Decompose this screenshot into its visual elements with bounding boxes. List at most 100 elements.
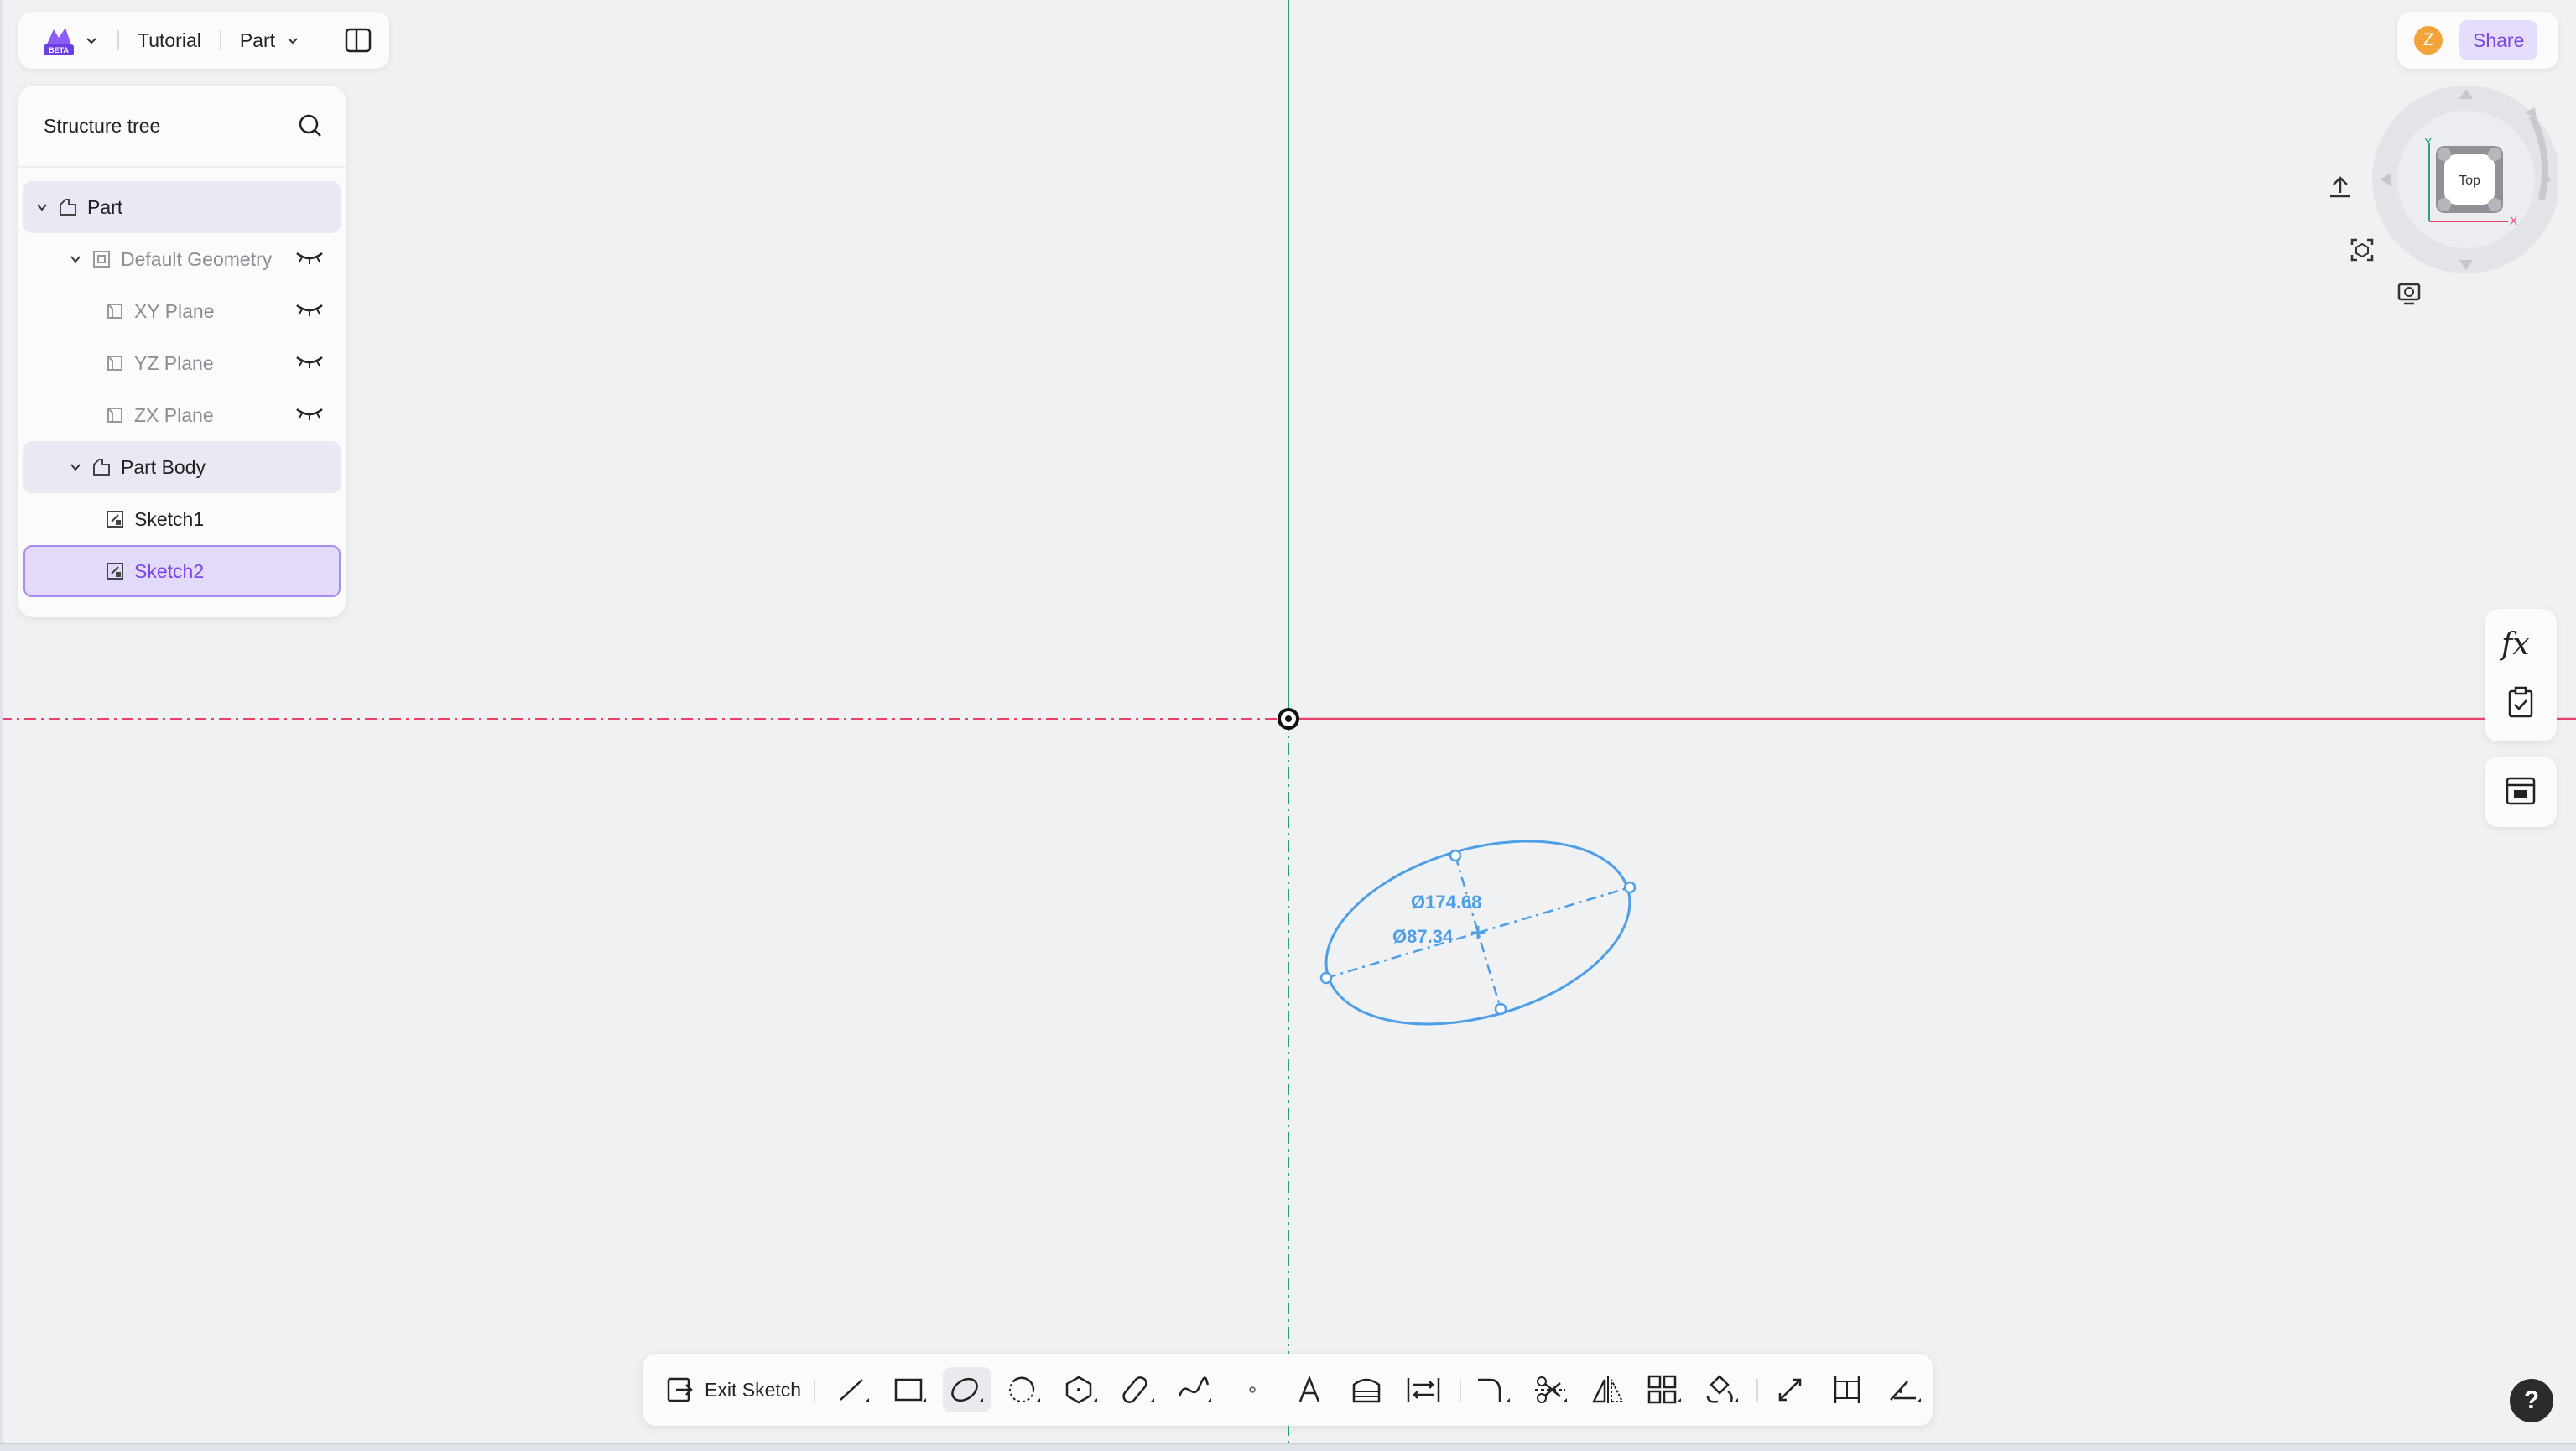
right-tools-panel: fx — [2485, 609, 2557, 741]
extend-tool[interactable] — [1767, 1367, 1815, 1412]
tree-item-zx-plane[interactable]: ZX Plane — [23, 389, 341, 441]
trim-tool[interactable] — [1527, 1367, 1575, 1412]
tree-item-part-body[interactable]: Part Body — [23, 441, 341, 493]
offset-tool[interactable] — [1342, 1367, 1391, 1412]
slot-tool[interactable] — [1114, 1367, 1163, 1412]
svg-text:Top: Top — [2459, 174, 2480, 188]
ellipse-tool[interactable] — [943, 1367, 991, 1412]
spline-tool[interactable] — [1171, 1367, 1220, 1412]
chevron-down-icon[interactable] — [67, 252, 84, 266]
tree-item-label: YZ Plane — [134, 351, 214, 374]
text-tool[interactable] — [1285, 1367, 1334, 1412]
view-cube-top-face[interactable]: Top — [2436, 146, 2503, 213]
tree-item-label: Part Body — [121, 455, 206, 478]
svg-text:BETA: BETA — [49, 46, 69, 55]
project-name[interactable]: Tutorial — [138, 29, 201, 52]
app-menu-button[interactable]: BETA — [40, 23, 99, 58]
line-tool[interactable] — [829, 1367, 877, 1412]
plane-icon — [107, 356, 122, 371]
formula-icon: fx — [2501, 627, 2530, 662]
top-bar: BETA Tutorial Part — [18, 12, 389, 69]
pattern-tool[interactable] — [1641, 1367, 1689, 1412]
extend-icon — [1778, 1378, 1802, 1402]
tree-item-yz-plane[interactable]: YZ Plane — [23, 337, 341, 389]
tree-search-button[interactable] — [297, 112, 324, 139]
fit-view-icon — [2350, 238, 2374, 262]
check-sketch-button[interactable] — [2506, 686, 2535, 718]
exit-sketch-label: Exit Sketch — [705, 1378, 802, 1401]
toolbar-divider — [1460, 1379, 1461, 1402]
window-frame-bottom — [0, 1443, 2576, 1451]
chevron-down-icon — [288, 38, 298, 44]
panel-toggle-button[interactable] — [344, 26, 372, 55]
hidden-eye-icon[interactable] — [295, 300, 324, 319]
display-mode-icon — [2397, 283, 2421, 305]
exit-sketch-button[interactable]: Exit Sketch — [664, 1367, 801, 1412]
rectangle-icon — [894, 1378, 926, 1402]
polygon-icon — [1065, 1376, 1097, 1404]
clipboard-check-icon — [2508, 686, 2533, 718]
line-icon — [840, 1379, 869, 1402]
slot-icon — [1122, 1376, 1154, 1403]
display-mode-button[interactable] — [2396, 280, 2422, 307]
transform-icon — [1706, 1375, 1738, 1403]
structure-tree-panel: Structure tree Part Default Geometry XY … — [18, 86, 346, 617]
tree-item-xy-plane[interactable]: XY Plane — [23, 285, 341, 337]
help-button[interactable]: ? — [2510, 1379, 2553, 1422]
dimension-icon — [1834, 1376, 1860, 1403]
fit-view-button[interactable] — [2349, 237, 2376, 263]
sketch-canvas[interactable]: Ø174.68 Ø87.34 — [0, 0, 2576, 1451]
mode-dropdown[interactable]: Part — [240, 29, 300, 52]
chevron-down-icon[interactable] — [67, 460, 84, 474]
avatar[interactable]: Z — [2414, 26, 2443, 55]
pattern-icon — [1647, 1375, 1681, 1404]
constraint-tool[interactable] — [1881, 1367, 1929, 1412]
tree-item-label: Sketch1 — [134, 507, 205, 530]
tree-item-label: ZX Plane — [134, 403, 214, 426]
hidden-eye-icon[interactable] — [295, 248, 324, 267]
transform-tool[interactable] — [1698, 1367, 1746, 1412]
user-share-bar: Z Share — [2397, 12, 2558, 69]
rectangle-tool[interactable] — [886, 1367, 934, 1412]
divider — [117, 30, 119, 50]
project-icon — [1407, 1378, 1440, 1402]
sketch-toolbar: Exit Sketch — [643, 1354, 1933, 1426]
major-diameter-label[interactable]: Ø174.68 — [1411, 892, 1481, 913]
window-frame-left — [0, 0, 3, 1451]
mirror-tool[interactable] — [1584, 1367, 1632, 1412]
geometry-icon — [93, 251, 110, 268]
plane-icon — [107, 304, 122, 319]
tree-item-label: Part — [87, 195, 123, 218]
tree-item-sketch2[interactable]: Sketch2 — [23, 545, 341, 597]
formula-button[interactable]: fx — [2501, 627, 2530, 662]
plane-icon — [107, 408, 122, 423]
home-view-button[interactable] — [2327, 174, 2354, 201]
fillet-tool[interactable] — [1470, 1367, 1518, 1412]
minor-diameter-label[interactable]: Ø87.34 — [1392, 926, 1454, 947]
home-view-icon — [2330, 176, 2350, 198]
project-tool[interactable] — [1399, 1367, 1448, 1412]
polygon-tool[interactable] — [1057, 1367, 1106, 1412]
dimension-tool[interactable] — [1824, 1367, 1872, 1412]
hidden-eye-icon[interactable] — [295, 352, 324, 371]
ellipse-sketch[interactable]: Ø174.68 Ø87.34 — [1305, 809, 1652, 1057]
tree-item-default-geometry[interactable]: Default Geometry — [23, 233, 341, 285]
arc-tool[interactable] — [1000, 1367, 1049, 1412]
trim-icon — [1535, 1376, 1567, 1403]
tree-item-label: Default Geometry — [121, 247, 273, 270]
exit-sketch-icon — [667, 1377, 693, 1402]
share-button[interactable]: Share — [2459, 20, 2538, 60]
chevron-down-icon[interactable] — [34, 200, 50, 214]
view-cube-navigator: Y X Top — [2365, 82, 2560, 283]
sketch-icon — [107, 511, 123, 528]
app-logo-icon: BETA — [44, 28, 74, 55]
point-tool[interactable] — [1228, 1367, 1277, 1412]
right-tools-panel-2 — [2485, 757, 2557, 827]
tree-item-sketch1[interactable]: Sketch1 — [23, 493, 341, 545]
ellipse-icon — [951, 1377, 983, 1402]
properties-button[interactable] — [2505, 775, 2537, 807]
hidden-eye-icon[interactable] — [295, 404, 324, 423]
tree-title: Structure tree — [44, 114, 161, 137]
spline-icon — [1178, 1376, 1211, 1402]
tree-item-part[interactable]: Part — [23, 181, 341, 233]
